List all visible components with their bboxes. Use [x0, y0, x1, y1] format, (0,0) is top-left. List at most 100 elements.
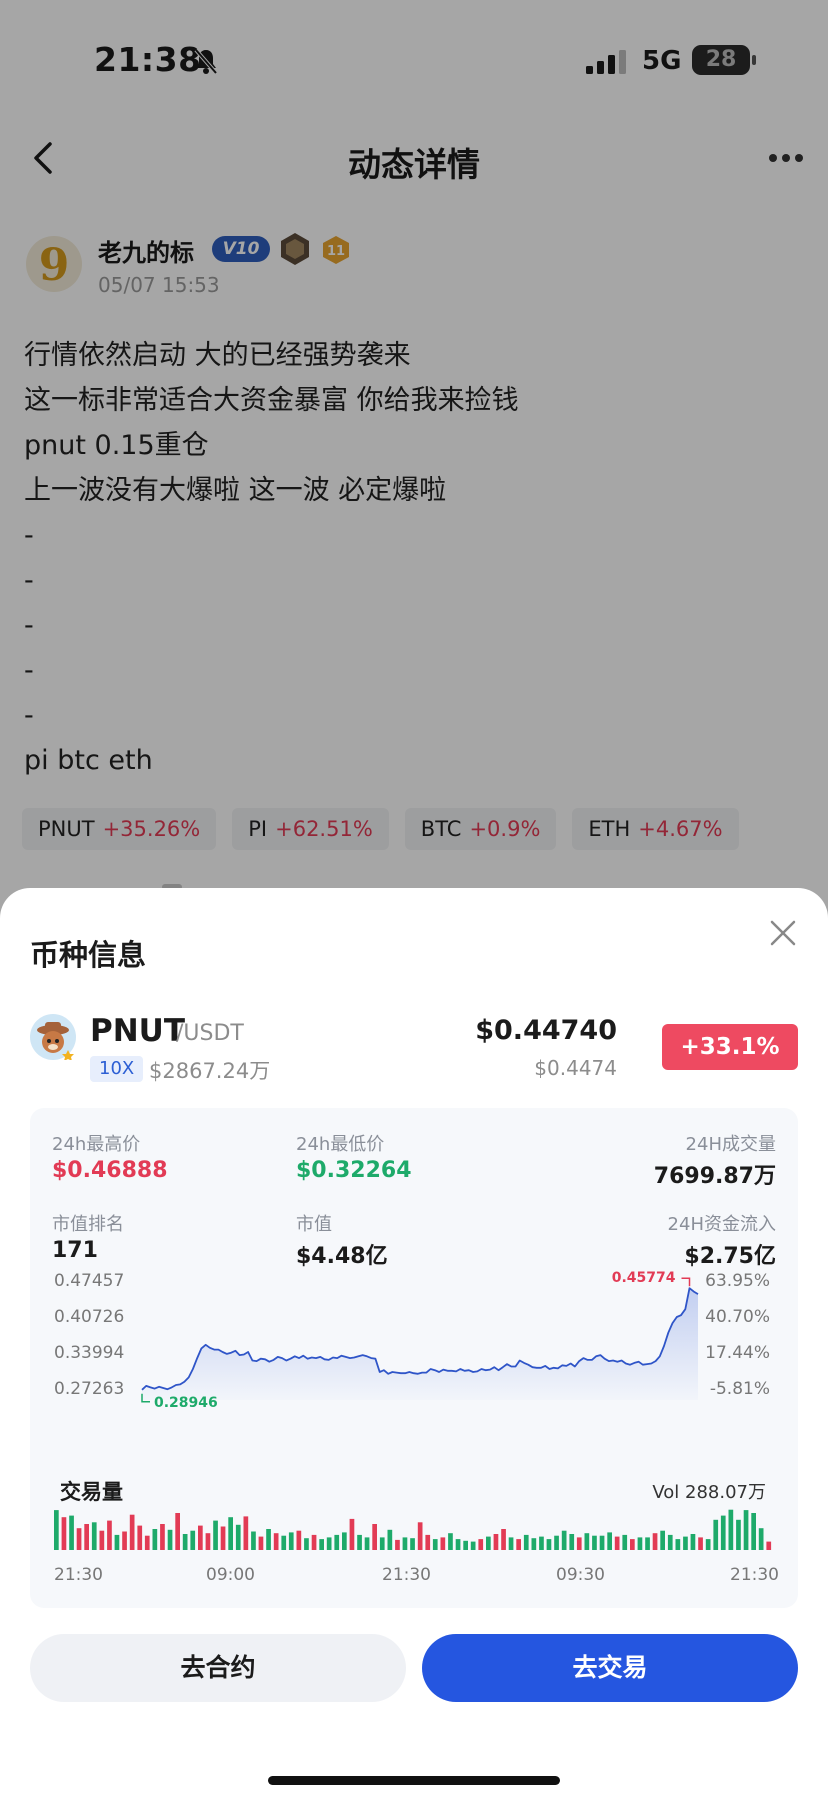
volume-bar [720, 1515, 726, 1550]
leverage-badge: 10X [90, 1056, 144, 1082]
volume-bar [76, 1528, 82, 1550]
volume-bar [531, 1538, 537, 1550]
volume-bar [539, 1536, 544, 1550]
y-tick-label: 0.47457 [54, 1271, 124, 1291]
volume-bar [220, 1526, 226, 1550]
volume-bar [470, 1541, 476, 1550]
volume-bar [213, 1520, 218, 1550]
volume-bar [690, 1534, 696, 1550]
volume-bar [175, 1513, 180, 1550]
volume-bar [235, 1524, 241, 1550]
volume-bar [107, 1520, 112, 1550]
volume-bar [243, 1516, 249, 1550]
x-tick-label: 21:30 [382, 1565, 431, 1585]
volume-bar [182, 1534, 188, 1550]
coin-symbol: PNUT [90, 1013, 185, 1049]
volume-bar [425, 1534, 431, 1550]
volume-bar [288, 1532, 294, 1550]
volume-bar [228, 1517, 233, 1550]
volume-bar [736, 1519, 741, 1550]
pct-tick-label: 63.95% [705, 1271, 770, 1291]
volume-bar [660, 1530, 665, 1550]
volume-bar [758, 1528, 764, 1550]
volume-bar [554, 1535, 559, 1550]
price-volume-chart: 0.47457 0.40726 0.33994 0.27263 63.95% 40.70%… [54, 1270, 779, 1585]
volume-bar [698, 1537, 703, 1550]
y-tick-label: 0.27263 [54, 1379, 124, 1399]
volume-bar [349, 1518, 355, 1550]
volume-bar [251, 1531, 256, 1550]
volume-bar [334, 1534, 340, 1550]
coin-market-cap: $2867.24万 [149, 1059, 271, 1083]
go-contract-button[interactable]: 去合约 [30, 1634, 406, 1702]
volume-bar [523, 1534, 529, 1550]
volume-bar [569, 1534, 575, 1550]
volume-bar [455, 1539, 461, 1550]
volume-bar [667, 1534, 673, 1550]
volume-bar [342, 1532, 347, 1550]
volume-bar [645, 1537, 650, 1550]
sheet-title: 币种信息 [30, 938, 147, 972]
volume-bar [766, 1541, 772, 1550]
pct-tick-label: 17.44% [705, 1343, 770, 1363]
volume-bar [493, 1534, 499, 1550]
y-tick-label: 0.40726 [54, 1307, 124, 1327]
volume-bar [61, 1517, 67, 1550]
volume-bar [69, 1515, 74, 1550]
volume-bar [448, 1533, 453, 1550]
volume-bar [584, 1533, 590, 1550]
volume-bar [319, 1539, 324, 1550]
volume-bar [84, 1524, 89, 1550]
volume-bar [114, 1534, 120, 1550]
coin-price: $0.44740 [475, 1015, 617, 1046]
volume-bar [728, 1509, 734, 1550]
price-area [142, 1288, 698, 1400]
volume-bar [599, 1535, 605, 1550]
pct-tick-label: -5.81% [710, 1379, 770, 1399]
volume-bar [561, 1530, 567, 1550]
min-price-label: 0.28946 [154, 1395, 218, 1411]
coin-quote: /USDT [176, 1021, 244, 1046]
volume-bar [576, 1537, 582, 1550]
pct-tick-label: 40.70% [705, 1307, 770, 1327]
volume-bar [160, 1524, 165, 1550]
volume-bar [311, 1534, 317, 1550]
volume-title: 交易量 [60, 1480, 123, 1504]
home-indicator [268, 1776, 560, 1785]
volume-bar [372, 1524, 377, 1550]
volume-bar [486, 1536, 491, 1550]
go-trade-button[interactable]: 去交易 [422, 1634, 798, 1702]
volume-bar [402, 1537, 408, 1550]
change-badge: +33.1% [662, 1024, 798, 1070]
volume-bar [122, 1531, 127, 1550]
volume-bar [683, 1536, 688, 1550]
x-tick-label: 21:30 [730, 1565, 779, 1585]
coin-logo-icon [30, 1014, 76, 1060]
volume-bar [395, 1539, 400, 1550]
volume-bar [713, 1519, 719, 1550]
coin-price-sub: $0.4474 [534, 1056, 617, 1080]
x-tick-label: 09:00 [206, 1565, 255, 1585]
y-tick-label: 0.33994 [54, 1343, 124, 1363]
volume-bar [705, 1539, 711, 1550]
volume-bar [91, 1522, 97, 1550]
max-price-label: 0.45774 [612, 1270, 676, 1286]
volume-bar [501, 1529, 506, 1550]
volume-bar [326, 1537, 332, 1550]
volume-bar [440, 1537, 446, 1550]
volume-bar [144, 1535, 150, 1550]
x-tick-label: 21:30 [54, 1565, 103, 1585]
volume-bar [751, 1513, 756, 1550]
volume-bar [675, 1539, 681, 1550]
volume-bar [198, 1525, 203, 1550]
volume-bar [281, 1535, 287, 1550]
volume-bar [137, 1525, 143, 1550]
volume-bar [417, 1522, 423, 1550]
volume-bar [152, 1529, 158, 1550]
volume-bar [258, 1536, 264, 1550]
market-stats-card: 24h最高价 $0.46888 24h最低价 $0.32264 24H成交量 7… [30, 1108, 798, 1608]
close-icon[interactable] [768, 918, 798, 948]
volume-bar [614, 1536, 620, 1550]
volume-total: Vol 288.07万 [652, 1482, 766, 1503]
coin-info-sheet: 币种信息 PNUT /USDT 10X $2867.24万 $0.44740 $… [0, 888, 828, 1800]
